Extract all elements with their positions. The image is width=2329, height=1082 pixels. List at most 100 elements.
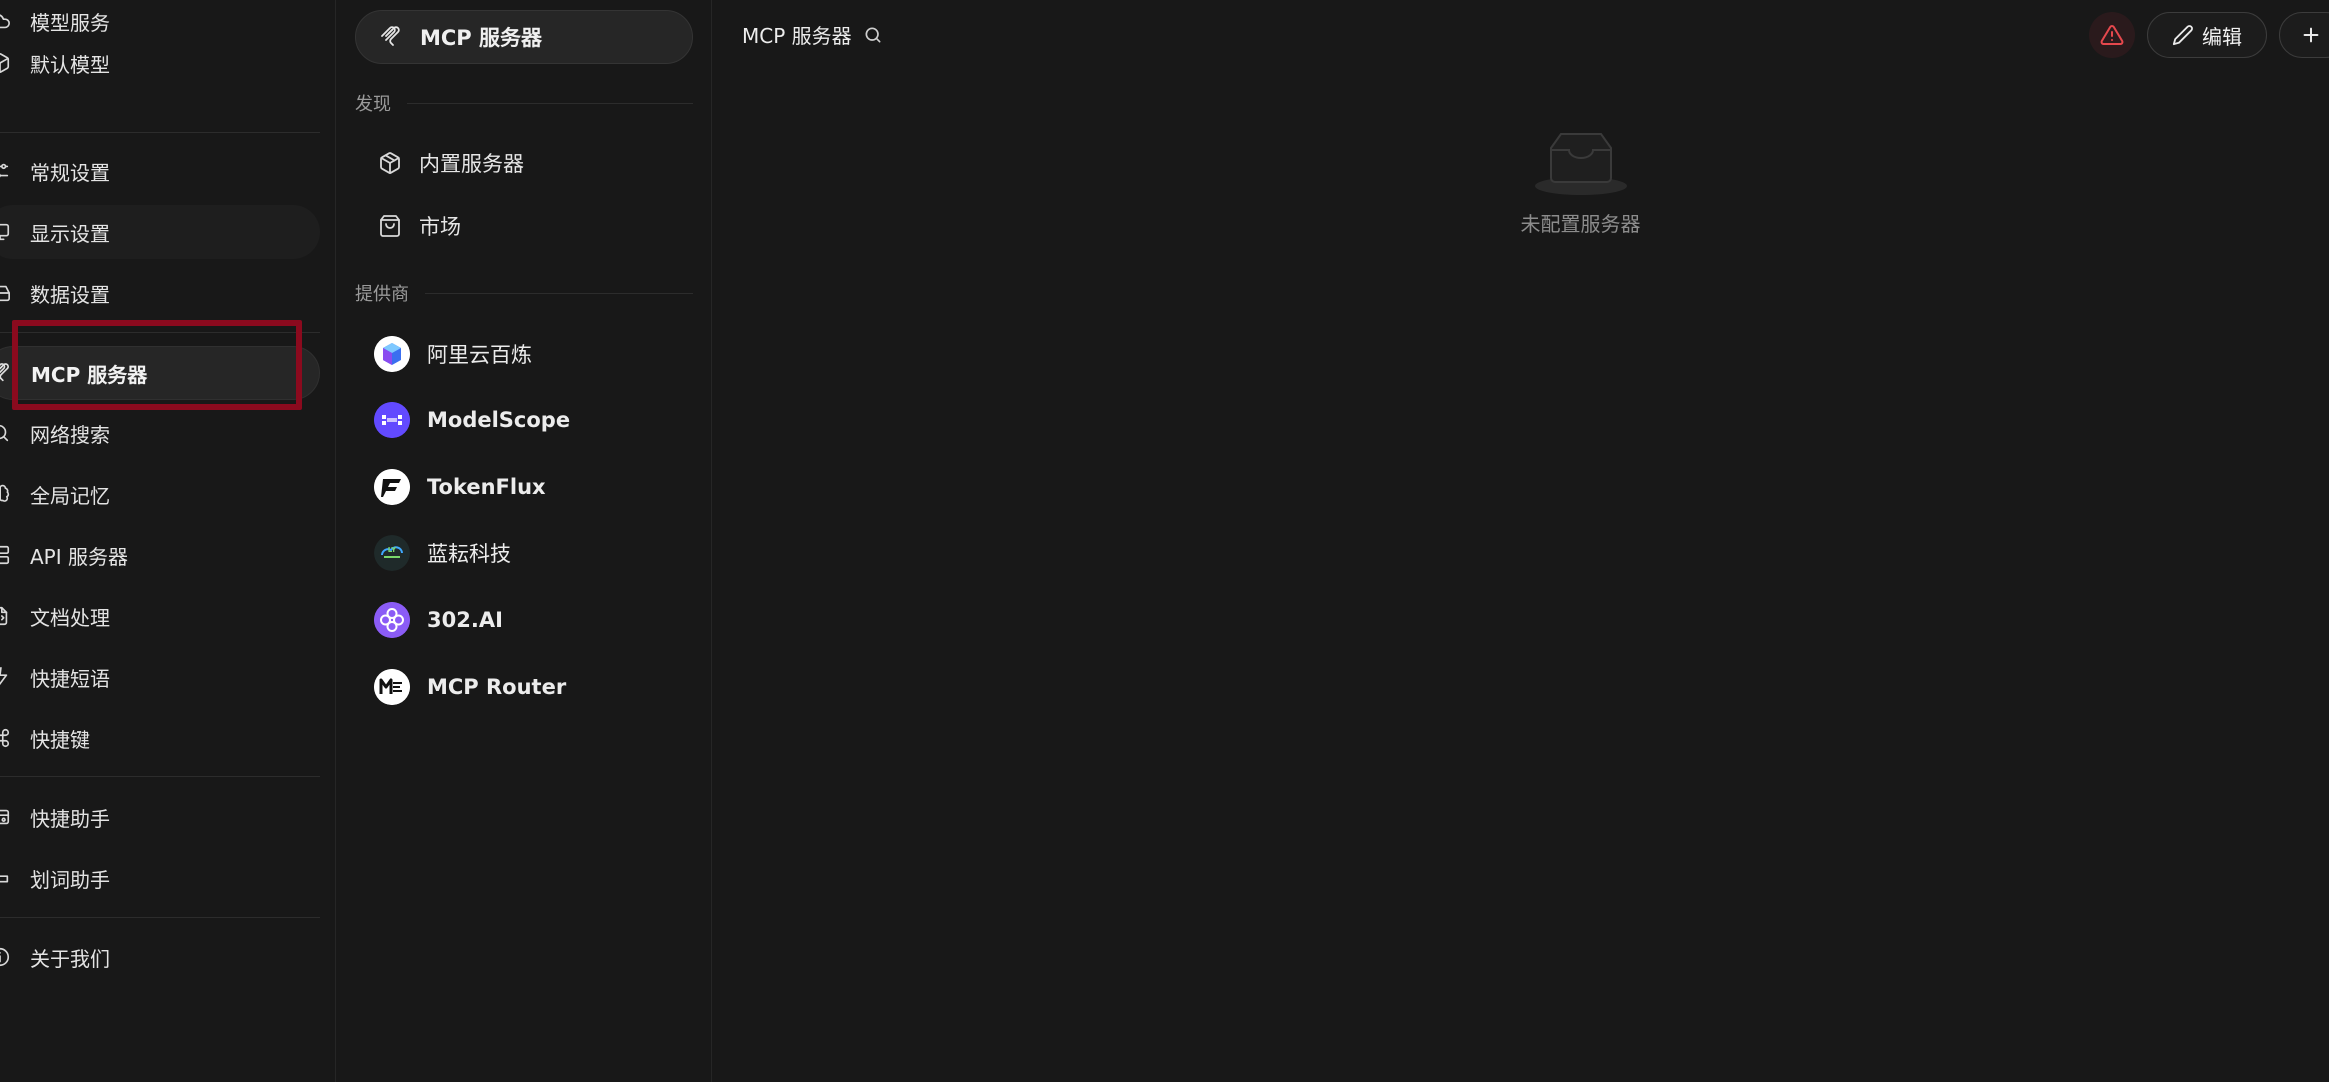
nav-item-default-model[interactable]: 默认模型 xyxy=(0,36,320,90)
nav-divider xyxy=(0,917,320,918)
nav-label: 快捷短语 xyxy=(30,666,110,691)
main-content: MCP 服务器 编辑 未配置服务器 xyxy=(713,0,2329,1082)
nav-divider xyxy=(0,776,320,777)
warning-button[interactable] xyxy=(2089,12,2135,58)
nav-item-shortcuts[interactable]: 快捷键 xyxy=(0,711,320,765)
nav-label: 文档处理 xyxy=(30,605,110,630)
empty-state-text: 未配置服务器 xyxy=(1520,212,1641,236)
nav-label: 快捷助手 xyxy=(30,806,110,831)
nav-label: 常规设置 xyxy=(30,160,110,185)
provider-name: 阿里云百炼 xyxy=(427,343,532,367)
mcp-icon xyxy=(378,24,404,50)
page-title-row: MCP 服务器 xyxy=(742,20,884,49)
app-window-icon xyxy=(0,805,12,829)
sliders-icon xyxy=(0,159,12,183)
database-icon xyxy=(0,281,12,305)
edit-button[interactable]: 编辑 xyxy=(2147,12,2267,58)
tokenflux-logo xyxy=(374,469,410,505)
mcp-sub-sidebar: MCP 服务器 发现 内置服务器 市场 提供商 阿里云百炼 ModelScope… xyxy=(337,0,712,1082)
nav-label: MCP 服务器 xyxy=(31,362,148,387)
add-server-button[interactable] xyxy=(2279,12,2329,58)
mcp-servers-header-button[interactable]: MCP 服务器 xyxy=(355,10,693,64)
nav-item-quick-phrases[interactable]: 快捷短语 xyxy=(0,650,320,704)
section-divider xyxy=(407,102,693,104)
nav-item-about[interactable]: 关于我们 xyxy=(0,930,320,984)
lanyun-logo: LY xyxy=(374,535,410,571)
nav-label: 显示设置 xyxy=(30,221,110,246)
nav-label: 默认模型 xyxy=(30,52,110,77)
nav-label: 划词助手 xyxy=(30,867,110,892)
nav-label: 全局记忆 xyxy=(30,483,110,508)
provider-item-mcprouter[interactable]: MCP Router xyxy=(355,659,693,715)
nav-divider xyxy=(0,332,320,333)
providers-section-title: 提供商 xyxy=(355,280,693,306)
302ai-logo xyxy=(374,602,410,638)
providers-title: 提供商 xyxy=(355,284,409,305)
mcp-header-label: MCP 服务器 xyxy=(420,26,543,50)
nav-item-general-settings[interactable]: 常规设置 xyxy=(0,144,320,198)
provider-item-bailian[interactable]: 阿里云百炼 xyxy=(355,326,693,382)
text-cursor-icon xyxy=(0,866,12,890)
svg-text:LY: LY xyxy=(388,546,397,554)
settings-sidebar: 模型服务 默认模型 常规设置 显示设置 数据设置 MCP 服务器 网络搜索 全局… xyxy=(0,0,336,1082)
edit-label: 编辑 xyxy=(2202,24,2242,49)
provider-item-lanyun[interactable]: LY 蓝耘科技 xyxy=(355,525,693,581)
nav-item-data-settings[interactable]: 数据设置 xyxy=(0,266,320,320)
page-title: MCP 服务器 xyxy=(742,24,852,48)
nav-item-quick-assistant[interactable]: 快捷助手 xyxy=(0,790,320,844)
shopping-bag-icon xyxy=(377,213,403,239)
mcp-icon xyxy=(0,361,13,385)
provider-item-tokenflux[interactable]: TokenFlux xyxy=(355,459,693,515)
nav-item-doc-processing[interactable]: 文档处理 xyxy=(0,589,320,643)
builtin-servers-label: 内置服务器 xyxy=(419,152,524,176)
file-code-icon xyxy=(0,604,12,628)
info-icon xyxy=(0,945,12,969)
discover-title: 发现 xyxy=(355,94,391,115)
nav-item-global-memory[interactable]: 全局记忆 xyxy=(0,467,320,521)
provider-name: MCP Router xyxy=(427,675,567,699)
brain-icon xyxy=(0,482,12,506)
pencil-icon xyxy=(2172,25,2193,46)
inbox-empty-icon xyxy=(1534,133,1627,195)
search-icon xyxy=(0,421,12,445)
nav-item-mcp-servers[interactable]: MCP 服务器 xyxy=(0,346,320,400)
search-icon[interactable] xyxy=(862,24,884,46)
provider-name: 蓝耘科技 xyxy=(427,542,511,566)
cloud-icon xyxy=(0,9,12,33)
discover-section-title: 发现 xyxy=(355,90,693,116)
nav-label: 模型服务 xyxy=(30,10,110,35)
provider-name: ModelScope xyxy=(427,408,571,432)
command-icon xyxy=(0,726,12,750)
section-divider xyxy=(425,292,693,294)
empty-state: 未配置服务器 xyxy=(713,128,2329,237)
marketplace-label: 市场 xyxy=(419,215,461,239)
plus-icon xyxy=(2303,27,2319,43)
nav-item-display-settings[interactable]: 显示设置 xyxy=(0,205,320,259)
nav-label: 快捷键 xyxy=(30,727,90,752)
modelscope-logo xyxy=(374,402,410,438)
alert-triangle-icon xyxy=(2100,24,2124,45)
nav-item-api-server[interactable]: API 服务器 xyxy=(0,528,320,582)
nav-label: 关于我们 xyxy=(30,946,110,971)
nav-label: 数据设置 xyxy=(30,282,110,307)
settings-window: 模型服务 默认模型 常规设置 显示设置 数据设置 MCP 服务器 网络搜索 全局… xyxy=(0,0,2329,1082)
provider-name: TokenFlux xyxy=(427,475,546,499)
nav-item-web-search[interactable]: 网络搜索 xyxy=(0,406,320,460)
marketplace-item[interactable]: 市场 xyxy=(355,200,693,252)
monitor-icon xyxy=(0,220,12,244)
zap-icon xyxy=(0,665,12,689)
builtin-servers-item[interactable]: 内置服务器 xyxy=(355,137,693,189)
provider-name: 302.AI xyxy=(427,608,503,632)
server-icon xyxy=(0,543,12,567)
cube-icon xyxy=(0,51,12,75)
bailian-logo xyxy=(374,336,410,372)
nav-label: API 服务器 xyxy=(30,544,128,569)
nav-divider xyxy=(0,132,320,133)
mcprouter-logo xyxy=(374,669,410,705)
package-icon xyxy=(377,150,403,176)
toolbar: 编辑 xyxy=(2089,12,2329,58)
provider-item-302ai[interactable]: 302.AI xyxy=(355,592,693,648)
provider-item-modelscope[interactable]: ModelScope xyxy=(355,392,693,448)
nav-item-selection-assistant[interactable]: 划词助手 xyxy=(0,851,320,905)
nav-label: 网络搜索 xyxy=(30,422,110,447)
